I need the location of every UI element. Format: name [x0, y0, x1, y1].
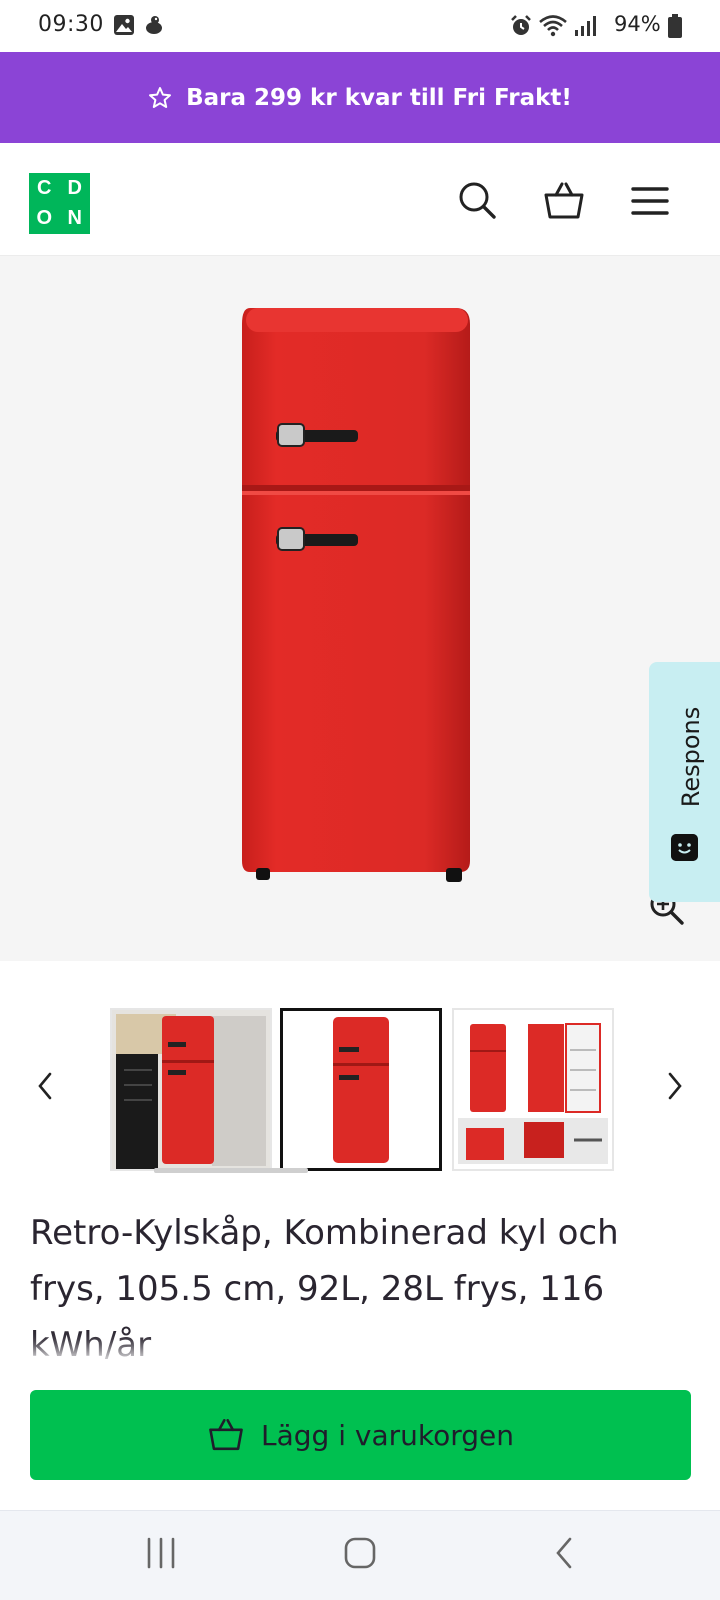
free-shipping-text: Bara 299 kr kvar till Fri Frakt!: [186, 84, 572, 111]
product-title: Retro-Kylskåp, Kombinerad kyl och frys, …: [30, 1213, 619, 1365]
basket-icon: [209, 1419, 243, 1451]
product-image-gallery[interactable]: [0, 256, 720, 961]
wifi-icon: [539, 15, 567, 37]
menu-icon: [631, 187, 669, 215]
thumbnail-front[interactable]: [280, 1008, 442, 1171]
alarm-icon: [511, 15, 531, 35]
add-to-cart-button[interactable]: Lägg i varukorgen: [30, 1390, 691, 1480]
battery-percentage: 94%: [614, 12, 661, 36]
thumbnail-dimensions[interactable]: [452, 1008, 614, 1171]
thumbnail-image: [283, 1011, 439, 1168]
search-button[interactable]: [456, 179, 500, 223]
add-to-cart-panel: Lägg i varukorgen: [0, 1360, 720, 1510]
thumbnail-image: [454, 1010, 612, 1169]
signal-icon: [575, 16, 596, 36]
basket-button[interactable]: [542, 179, 586, 223]
thumbnail-lifestyle[interactable]: [110, 1008, 272, 1171]
gallery-icon: [114, 15, 134, 35]
smiley-icon: [671, 834, 698, 861]
cdon-logo[interactable]: C D O N: [29, 173, 90, 234]
logo-letter: O: [36, 207, 53, 230]
star-outline-icon: [149, 86, 172, 108]
back-icon[interactable]: [550, 1535, 580, 1571]
add-to-cart-label: Lägg i varukorgen: [261, 1418, 514, 1452]
product-image[interactable]: [238, 306, 478, 888]
feedback-label: Respons: [656, 707, 720, 808]
chevron-left-icon[interactable]: [28, 1068, 64, 1104]
feedback-tab[interactable]: Respons: [649, 662, 720, 902]
home-icon[interactable]: [342, 1535, 378, 1571]
thumbnail-scrollbar[interactable]: [154, 1168, 308, 1173]
site-header: C D O N: [0, 143, 720, 256]
notification-icon: [146, 16, 162, 34]
recent-apps-icon[interactable]: [144, 1535, 178, 1571]
feedback-label-text: Respons: [677, 706, 705, 808]
basket-icon: [544, 182, 584, 219]
system-navigation-bar: [0, 1510, 720, 1600]
thumbnail-strip: [0, 1000, 720, 1180]
thumbnail-image: [112, 1010, 270, 1169]
battery-icon: [668, 14, 682, 38]
search-icon: [459, 182, 496, 219]
free-shipping-banner[interactable]: Bara 299 kr kvar till Fri Frakt!: [0, 52, 720, 143]
status-time: 09:30: [38, 12, 104, 37]
chevron-right-icon[interactable]: [656, 1068, 692, 1104]
menu-button[interactable]: [628, 179, 672, 223]
logo-letter: N: [67, 207, 82, 230]
logo-letter: D: [67, 176, 82, 199]
logo-letter: C: [37, 176, 52, 199]
status-bar: 09:30 94%: [0, 0, 720, 52]
